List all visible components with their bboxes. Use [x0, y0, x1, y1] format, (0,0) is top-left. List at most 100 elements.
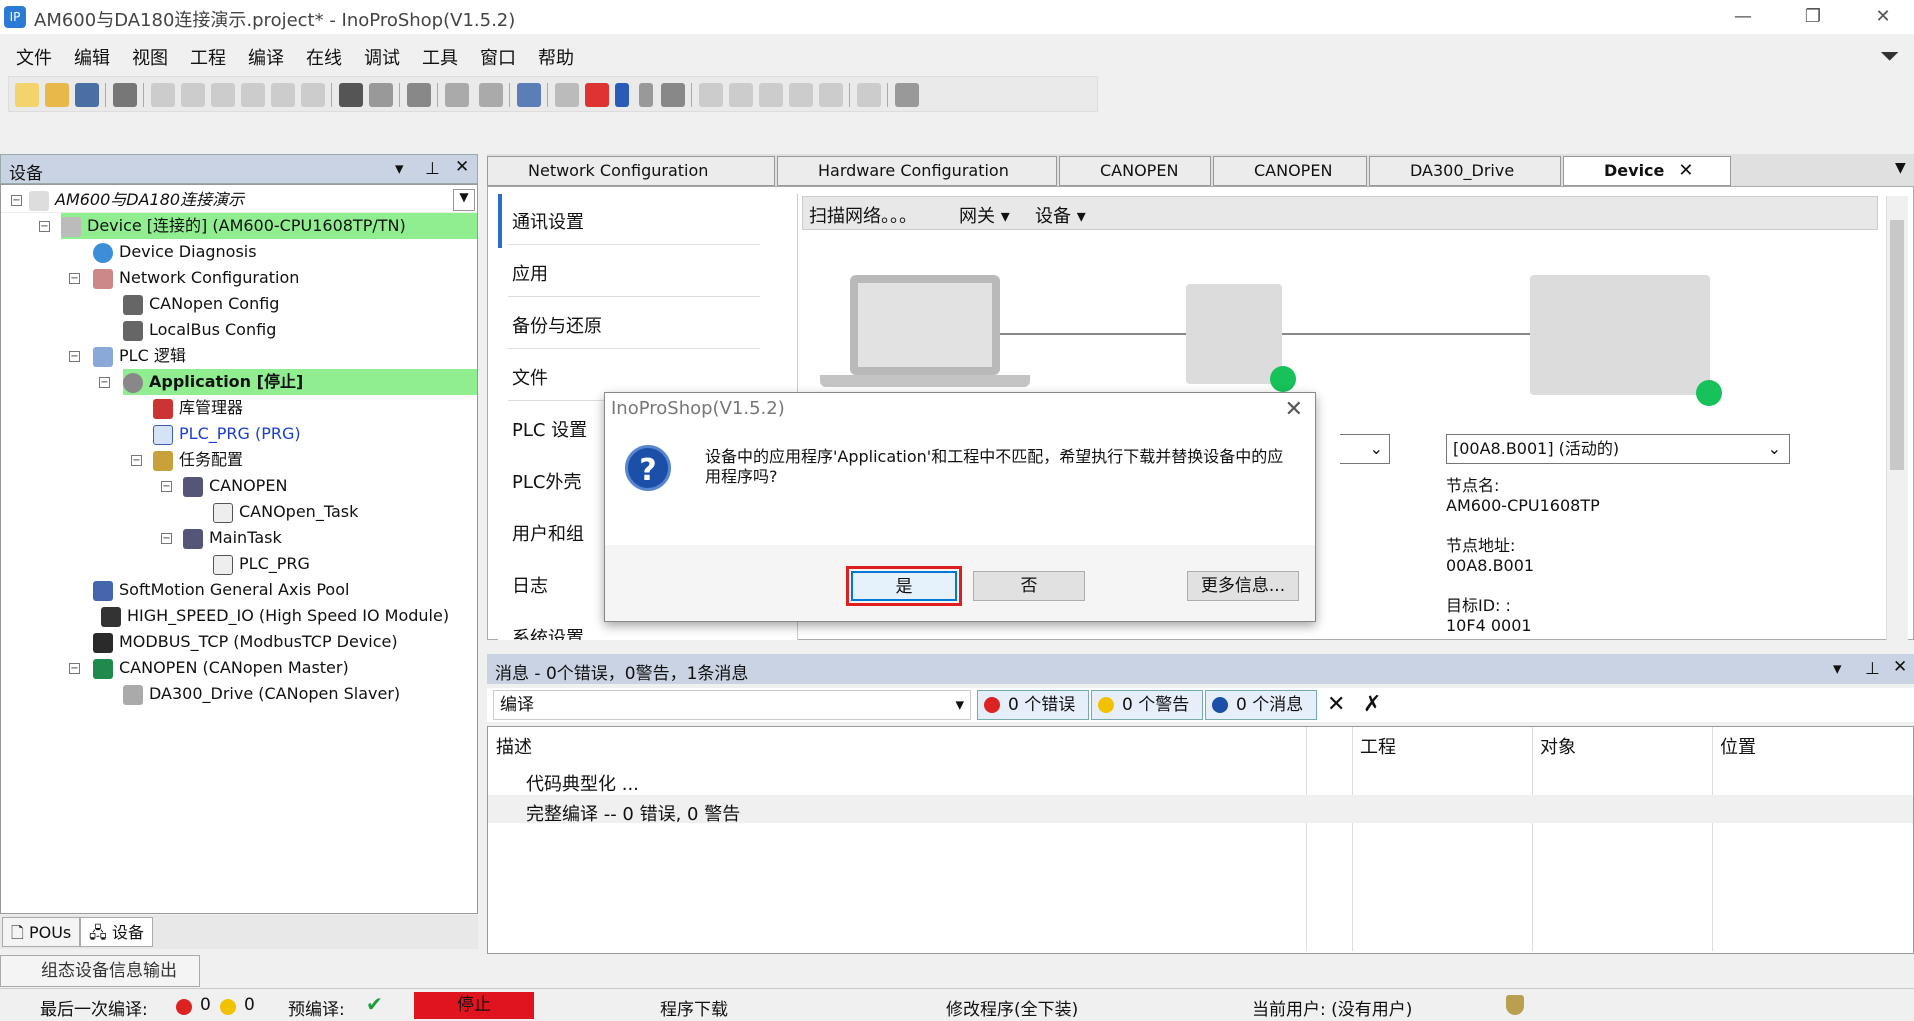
gateway-menu[interactable]: 网关 ▾	[959, 202, 1010, 228]
undo-icon[interactable]	[151, 83, 175, 107]
step-out-icon[interactable]	[759, 83, 783, 107]
menu-plc-shell[interactable]: PLC外壳	[512, 468, 581, 494]
col-project[interactable]: 工程	[1360, 733, 1396, 759]
monitor-icon[interactable]	[895, 83, 919, 107]
scan-network-button[interactable]: 扫描网络。。。	[809, 202, 917, 228]
tree-plc-logic[interactable]: PLC 逻辑	[93, 343, 186, 369]
tree-high-speed-io[interactable]: HIGH_SPEED_IO (High Speed IO Module)	[101, 603, 449, 629]
message-source-select[interactable]: 编译 ▾	[493, 690, 971, 720]
tree-da300-drive[interactable]: DA300_Drive (CANopen Slaver)	[123, 681, 400, 707]
close-button[interactable]: ✕	[1860, 2, 1906, 32]
filter-icon[interactable]: ⏷	[1880, 42, 1899, 70]
tree-maintask-plc-prg[interactable]: PLC_PRG	[213, 551, 310, 577]
menu-application[interactable]: 应用	[512, 260, 548, 286]
tab-list-icon[interactable]: ▼	[1895, 160, 1906, 176]
tree-canopen-master[interactable]: CANOPEN (CANopen Master)	[93, 655, 349, 681]
menu-build[interactable]: 编译	[248, 44, 284, 70]
tab-devices[interactable]: 🖧 设备	[80, 917, 153, 947]
paste-icon[interactable]	[271, 83, 295, 107]
stop-icon[interactable]	[639, 83, 653, 107]
menu-file[interactable]: 文件	[16, 44, 52, 70]
editor-scrollbar[interactable]	[1886, 196, 1908, 640]
pin-icon[interactable]: ⊥	[425, 159, 440, 179]
step-into-icon[interactable]	[729, 83, 753, 107]
tab-close-icon[interactable]: ✕	[1678, 160, 1693, 181]
close-icon[interactable]: ✕	[1893, 657, 1907, 677]
tree-library-manager[interactable]: 库管理器	[153, 395, 243, 421]
print-icon[interactable]	[113, 83, 137, 107]
tab-da300-drive[interactable]: DA300_Drive	[1369, 156, 1561, 186]
tree-softmotion[interactable]: SoftMotion General Axis Pool	[93, 577, 349, 603]
gateway-dropdown[interactable]: ⌄	[1340, 434, 1390, 464]
tree-maintask[interactable]: MainTask	[183, 525, 282, 551]
tree-device[interactable]: Device [连接的] (AM600-CPU1608TP/TN)	[61, 213, 477, 239]
menu-users-groups[interactable]: 用户和组	[512, 520, 584, 546]
col-position[interactable]: 位置	[1720, 733, 1756, 759]
save-icon[interactable]	[75, 83, 99, 107]
menu-help[interactable]: 帮助	[538, 44, 574, 70]
more-info-button[interactable]: 更多信息...	[1187, 571, 1299, 601]
minimize-button[interactable]: —	[1720, 2, 1766, 32]
copy-icon[interactable]	[241, 83, 265, 107]
tab-network-configuration[interactable]: Network Configuration	[487, 156, 775, 186]
find-icon[interactable]	[339, 83, 363, 107]
replace-icon[interactable]	[369, 83, 393, 107]
tree-modbus-tcp[interactable]: MODBUS_TCP (ModbusTCP Device)	[93, 629, 398, 655]
message-row[interactable]: 代码典型化 ...	[526, 770, 639, 796]
cut-icon[interactable]	[211, 83, 235, 107]
dialog-close-icon[interactable]: ✕	[1285, 397, 1303, 422]
close-icon[interactable]: ✕	[455, 157, 469, 177]
tree-project[interactable]: AM600与DA180连接演示	[29, 187, 244, 213]
login-icon[interactable]	[555, 83, 579, 107]
tab-pous[interactable]: 🗋 POUs	[2, 917, 81, 947]
dropdown-icon[interactable]: ▾	[395, 159, 404, 179]
tab-canopen-master[interactable]: CANOPEN	[1059, 156, 1211, 186]
logout-icon[interactable]	[585, 83, 609, 107]
device-icon[interactable]	[517, 83, 541, 107]
clear-icon[interactable]: ✕	[1327, 692, 1345, 717]
dropdown-icon[interactable]: ▾	[1833, 659, 1842, 679]
device-menu[interactable]: 设备 ▾	[1035, 202, 1086, 228]
tab-canopen-task[interactable]: CANOPEN	[1213, 156, 1367, 186]
tab-hardware-configuration[interactable]: Hardware Configuration	[777, 156, 1057, 186]
no-button[interactable]: 否	[973, 571, 1085, 601]
build-icon[interactable]	[445, 83, 469, 107]
menu-edit[interactable]: 编辑	[74, 44, 110, 70]
col-description[interactable]: 描述	[496, 733, 532, 759]
clear-all-icon[interactable]: ✗	[1363, 692, 1381, 717]
tree-device-diagnosis[interactable]: Device Diagnosis	[93, 239, 257, 265]
tree-canopen-config[interactable]: CANopen Config	[123, 291, 279, 317]
run-icon[interactable]	[615, 83, 629, 107]
step-over-icon[interactable]	[699, 83, 723, 107]
warnings-filter[interactable]: 0 个警告	[1091, 690, 1203, 720]
tree-plc-prg[interactable]: PLC_PRG (PRG)	[153, 421, 301, 447]
open-icon[interactable]	[45, 83, 69, 107]
col-object[interactable]: 对象	[1540, 733, 1576, 759]
pin-icon[interactable]: ⊥	[1865, 659, 1880, 679]
infos-filter[interactable]: 0 个消息	[1205, 690, 1317, 720]
menu-log[interactable]: 日志	[512, 572, 548, 598]
errors-filter[interactable]: 0 个错误	[977, 690, 1089, 720]
yes-button[interactable]: 是	[846, 566, 962, 606]
menu-window[interactable]: 窗口	[480, 44, 516, 70]
output-tab[interactable]: 组态设备信息输出	[0, 955, 200, 987]
menu-project[interactable]: 工程	[190, 44, 226, 70]
tab-device[interactable]: Device ✕	[1563, 156, 1731, 186]
tree-canopen-task[interactable]: CANOpen_Task	[213, 499, 358, 525]
tree-network-config[interactable]: Network Configuration	[93, 265, 299, 291]
reset-icon[interactable]	[661, 83, 685, 107]
run-to-cursor-icon[interactable]	[789, 83, 813, 107]
tree-task-config[interactable]: 任务配置	[153, 447, 243, 473]
breakpoint-icon[interactable]	[819, 83, 843, 107]
maximize-button[interactable]: ❐	[1790, 2, 1836, 32]
tree-localbus-config[interactable]: LocalBus Config	[123, 317, 276, 343]
redo-icon[interactable]	[181, 83, 205, 107]
menu-plc-settings[interactable]: PLC 设置	[512, 416, 587, 442]
message-row[interactable]: 完整编译 -- 0 错误, 0 警告	[526, 800, 740, 826]
delete-icon[interactable]	[301, 83, 325, 107]
tree-dropdown-icon[interactable]: ▼	[453, 189, 475, 211]
next-icon[interactable]	[857, 83, 881, 107]
menu-online[interactable]: 在线	[306, 44, 342, 70]
menu-system-settings[interactable]: 系统设置	[512, 624, 584, 640]
menu-files[interactable]: 文件	[512, 364, 548, 390]
